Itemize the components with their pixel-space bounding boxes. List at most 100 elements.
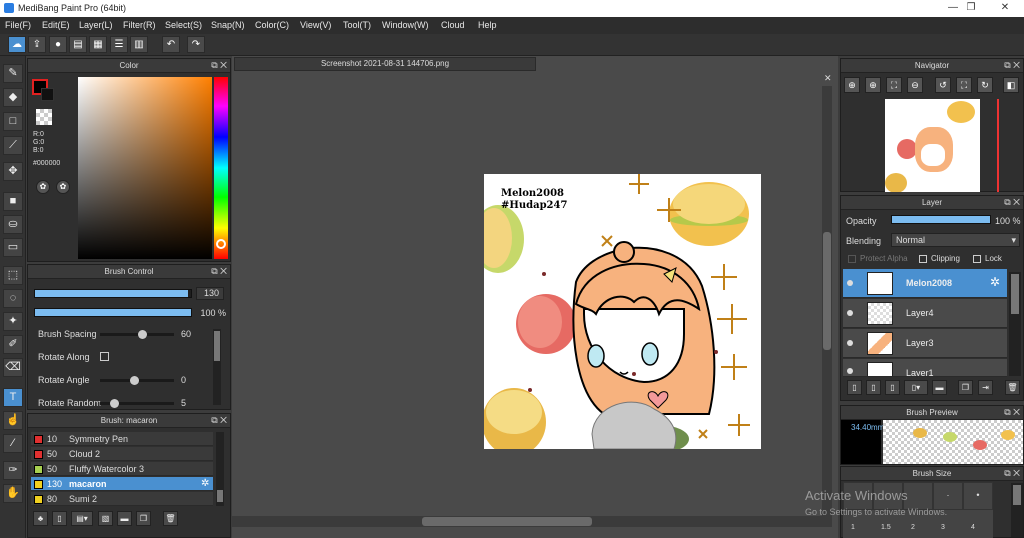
stroke-tool-icon[interactable]: ⟋ bbox=[3, 136, 23, 155]
menu-select[interactable]: Select(S) bbox=[165, 20, 202, 30]
brush-folder-icon[interactable]: ▬ bbox=[117, 511, 132, 526]
lasso-tool-icon[interactable]: ◌ bbox=[3, 289, 23, 308]
visibility-icon[interactable] bbox=[847, 368, 853, 374]
brush-opacity-slider[interactable] bbox=[34, 308, 192, 317]
select-rect-tool-icon[interactable]: ⬚ bbox=[3, 266, 23, 285]
cloud-icon[interactable]: ☁ bbox=[8, 36, 26, 53]
magic-wand-tool-icon[interactable]: ✦ bbox=[3, 312, 23, 331]
brush-settings-icon[interactable]: ▧ bbox=[98, 511, 113, 526]
brush-size-scrollbar[interactable] bbox=[1011, 483, 1023, 537]
visibility-icon[interactable] bbox=[847, 340, 853, 346]
canvas-close-icon[interactable]: ✕ bbox=[824, 73, 832, 84]
brush-item[interactable]: 80 Sumi 2 bbox=[31, 492, 213, 506]
brush-item[interactable]: 10 Symmetry Pen bbox=[31, 432, 213, 446]
share-icon[interactable]: ⇪ bbox=[28, 36, 46, 53]
brush-duplicate-icon[interactable]: ❐ bbox=[136, 511, 151, 526]
rotate-angle-slider[interactable] bbox=[100, 376, 174, 385]
artwork-canvas[interactable]: Melon2008 #Hudap247 bbox=[484, 174, 761, 449]
brush-size-cell[interactable]: • bbox=[963, 482, 993, 510]
redo-icon[interactable]: ↷ bbox=[187, 36, 205, 53]
select-eraser-tool-icon[interactable]: ⌫ bbox=[3, 358, 23, 377]
text-tool-icon[interactable]: T bbox=[3, 388, 23, 407]
shape-tool-icon[interactable]: □ bbox=[3, 112, 23, 131]
new-brush-icon[interactable]: ▯ bbox=[52, 511, 67, 526]
zoom-icon[interactable]: ⊕ bbox=[865, 77, 881, 93]
layer-duplicate-icon[interactable]: ❐ bbox=[958, 380, 973, 395]
layer-merge-icon[interactable]: ⇥ bbox=[978, 380, 993, 395]
select-pen-tool-icon[interactable]: ✐ bbox=[3, 335, 23, 354]
new-layer-icon[interactable]: ▯ bbox=[847, 380, 862, 395]
list-icon[interactable]: ☰ bbox=[110, 36, 128, 53]
menu-filter[interactable]: Filter(R) bbox=[123, 20, 156, 30]
visibility-icon[interactable] bbox=[847, 310, 853, 316]
add-brush-icon[interactable]: ♣ bbox=[33, 511, 48, 526]
move-tool-icon[interactable]: ✥ bbox=[3, 162, 23, 181]
menu-view[interactable]: View(V) bbox=[300, 20, 331, 30]
zoom-in-icon[interactable]: ⊕ bbox=[844, 77, 860, 93]
maximize-button[interactable]: ❐ bbox=[956, 1, 986, 16]
menu-layer[interactable]: Layer(L) bbox=[79, 20, 113, 30]
brush-size-value[interactable]: 130 bbox=[196, 287, 224, 300]
palette-add-icon[interactable]: ✿ bbox=[56, 180, 70, 194]
document-tab[interactable]: Screenshot 2021-08-31 144706.png bbox=[234, 57, 536, 71]
transparent-color-swatch[interactable] bbox=[36, 109, 52, 125]
visibility-icon[interactable] bbox=[847, 280, 853, 286]
new-layer-1bit-icon[interactable]: ▯ bbox=[885, 380, 900, 395]
pen-dropper-tool-icon[interactable]: ✑ bbox=[3, 461, 23, 480]
panel-close-icon[interactable]: ⧉ ✕ bbox=[211, 265, 227, 278]
brush-size-slider[interactable] bbox=[34, 289, 192, 298]
navigator-preview[interactable] bbox=[885, 99, 980, 192]
brush-item[interactable]: 50 Cloud 2 bbox=[31, 447, 213, 461]
menu-edit[interactable]: Edit(E) bbox=[42, 20, 70, 30]
eyedropper-tool-icon[interactable]: ⁄ bbox=[3, 434, 23, 453]
chat-icon[interactable]: ▤ bbox=[69, 36, 87, 53]
rotate-random-slider[interactable] bbox=[100, 399, 174, 408]
layer-row[interactable]: Layer4 bbox=[843, 299, 1007, 328]
brush-menu-icon[interactable]: ▤▾ bbox=[71, 511, 93, 526]
hue-slider[interactable] bbox=[214, 77, 228, 259]
layer-opacity-slider[interactable] bbox=[891, 215, 991, 224]
palette-icon[interactable]: ✿ bbox=[36, 180, 50, 194]
layer-menu-icon[interactable]: ▯▾ bbox=[904, 380, 928, 395]
canvas-vertical-scrollbar[interactable] bbox=[822, 86, 832, 518]
clipping-checkbox[interactable] bbox=[919, 255, 927, 263]
saturation-value-picker[interactable] bbox=[78, 77, 212, 259]
brush-item[interactable]: 50 Fluffy Watercolor 3 bbox=[31, 462, 213, 476]
rotate-along-checkbox[interactable] bbox=[100, 352, 109, 361]
fullscreen-icon[interactable]: ⛶ bbox=[956, 77, 972, 93]
menu-color[interactable]: Color(C) bbox=[255, 20, 289, 30]
rotate-left-icon[interactable]: ↺ bbox=[935, 77, 951, 93]
fill-rect-tool-icon[interactable]: ■ bbox=[3, 192, 23, 211]
menu-snap[interactable]: Snap(N) bbox=[211, 20, 245, 30]
fit-icon[interactable]: ⛶ bbox=[886, 77, 902, 93]
panel-close-icon[interactable]: ⧉ ✕ bbox=[211, 414, 227, 427]
gear-icon[interactable]: ✲ bbox=[990, 275, 1000, 289]
brush-control-scrollbar[interactable] bbox=[213, 329, 221, 405]
panel-close-icon[interactable]: ⧉ ✕ bbox=[1004, 406, 1020, 419]
lock-checkbox[interactable] bbox=[973, 255, 981, 263]
layer-row[interactable]: Layer3 bbox=[843, 329, 1007, 358]
brush-list-scrollbar[interactable] bbox=[216, 432, 224, 506]
flip-icon[interactable]: ◧ bbox=[1003, 77, 1019, 93]
gear-icon[interactable]: ✲ bbox=[201, 478, 209, 489]
layer-folder-icon[interactable]: ▬ bbox=[932, 380, 947, 395]
layer-scrollbar[interactable] bbox=[1009, 272, 1021, 376]
hue-handle[interactable] bbox=[216, 239, 226, 249]
panel-close-icon[interactable]: ⧉ ✕ bbox=[211, 59, 227, 72]
eraser-tool-icon[interactable]: ◆ bbox=[3, 88, 23, 107]
rotate-right-icon[interactable]: ↻ bbox=[977, 77, 993, 93]
menu-tool[interactable]: Tool(T) bbox=[343, 20, 371, 30]
blending-select[interactable]: Normal ▾ bbox=[891, 233, 1020, 247]
brush-delete-icon[interactable]: 🗑 bbox=[163, 511, 178, 526]
panel-close-icon[interactable]: ⧉ ✕ bbox=[1004, 59, 1020, 72]
protect-alpha-checkbox[interactable] bbox=[848, 255, 856, 263]
zoom-out-icon[interactable]: ⊖ bbox=[907, 77, 923, 93]
panel-close-icon[interactable]: ⧉ ✕ bbox=[1004, 467, 1020, 480]
close-button[interactable]: ✕ bbox=[990, 1, 1020, 16]
brush-size-cell[interactable]: · bbox=[933, 482, 963, 510]
background-color-swatch[interactable] bbox=[41, 88, 54, 101]
hand-tool-icon[interactable]: ✋ bbox=[3, 484, 23, 503]
undo-icon[interactable]: ↶ bbox=[162, 36, 180, 53]
grid-icon[interactable]: ▥ bbox=[130, 36, 148, 53]
brush-tool-icon[interactable]: ✎ bbox=[3, 64, 23, 83]
